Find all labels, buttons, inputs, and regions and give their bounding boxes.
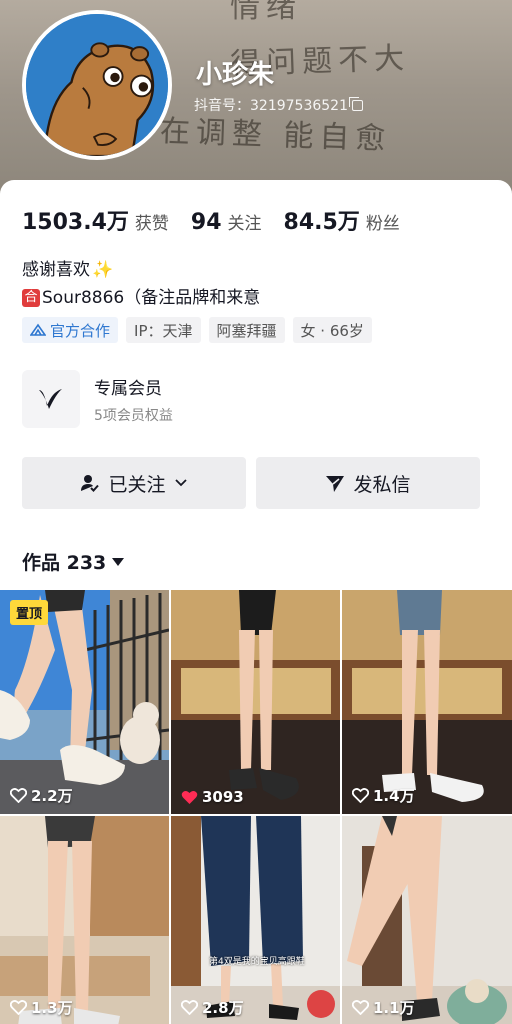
- stat-followers-label: 粉丝: [365, 214, 400, 234]
- member-title: 专属会员: [94, 378, 162, 399]
- followed-button[interactable]: 已关注: [22, 457, 246, 509]
- works-tab[interactable]: 作品 233: [22, 548, 125, 575]
- stat-following[interactable]: 94 关注: [191, 209, 262, 235]
- works-label: 作品 233: [22, 552, 107, 574]
- stat-likes-value: 1503.4万: [22, 210, 129, 235]
- video-thumbnail[interactable]: 1.1万: [342, 816, 512, 1024]
- video-likes: 2.8万: [181, 997, 244, 1018]
- video-5-scene: [171, 816, 340, 1024]
- member-subtitle: 5项会员权益: [94, 407, 173, 424]
- video-thumbnail[interactable]: 第4双是我的宝贝高跟鞋 2.8万: [171, 816, 340, 1024]
- video-thumbnail[interactable]: 3093: [171, 590, 340, 814]
- stat-likes-label: 获赞: [134, 214, 169, 234]
- stat-likes[interactable]: 1503.4万 获赞: [22, 204, 169, 236]
- video-thumbnail[interactable]: 1.4万: [342, 590, 512, 814]
- stat-following-label: 关注: [227, 214, 262, 234]
- send-icon: [326, 476, 345, 492]
- tag-country: 阿塞拜疆: [208, 317, 285, 343]
- member-text: 专属会员 5项会员权益: [94, 374, 173, 425]
- video-3-scene: [342, 590, 512, 814]
- video-thumbnail[interactable]: 1.3万: [0, 816, 169, 1024]
- pinned-badge: 置顶: [10, 600, 49, 625]
- heart-outline-icon: [352, 1000, 369, 1015]
- tag-ip-label: IP：天津: [134, 321, 193, 340]
- profile-header: 情绪 得问题不大 在调整 能自愈 小珍朱 抖音号：32197536521: [0, 0, 512, 200]
- heart-outline-icon: [10, 788, 27, 803]
- heart-outline-icon: [181, 1000, 198, 1015]
- tag-official-cooperation[interactable]: 官方合作: [22, 317, 119, 343]
- tag-gender-age-label: 女 · 66岁: [300, 321, 364, 340]
- video-grid: 置顶 2.2万 3093 1.4万 1.3万 第4双是我的宝贝高跟鞋 2.8万 …: [0, 590, 512, 1024]
- tag-official-label: 官方合作: [50, 321, 111, 340]
- action-buttons: 已关注 发私信: [22, 457, 480, 509]
- bio-line-2-text: Sour8866（备注品牌和来意: [42, 288, 261, 308]
- video-likes-count: 3093: [202, 788, 244, 806]
- video-likes: 1.4万: [352, 785, 415, 806]
- douyin-id-text: 抖音号：32197536521: [194, 98, 348, 114]
- video-likes: 2.2万: [10, 785, 73, 806]
- capybara-avatar-illustration: [26, 14, 168, 156]
- bio: 感谢喜欢 ✨ 合 Sour8866（备注品牌和来意: [22, 256, 260, 312]
- heart-outline-icon: [10, 1000, 27, 1015]
- exclusive-membership[interactable]: 专属会员 5项会员权益: [22, 370, 173, 428]
- video-6-scene: [342, 816, 512, 1024]
- user-check-icon: [81, 475, 100, 492]
- nickname: 小珍朱: [196, 60, 275, 90]
- send-message-button[interactable]: 发私信: [256, 457, 480, 509]
- tag-gender-age: 女 · 66岁: [292, 317, 372, 343]
- followed-button-label: 已关注: [108, 473, 166, 496]
- video-likes-count: 1.1万: [373, 999, 415, 1017]
- sparkles-icon: ✨: [92, 260, 114, 280]
- video-likes-count: 2.2万: [31, 787, 73, 805]
- video-thumbnail[interactable]: 置顶 2.2万: [0, 590, 169, 814]
- bio-line-1: 感谢喜欢 ✨: [22, 256, 260, 284]
- avatar[interactable]: [22, 10, 172, 160]
- stat-followers-value: 84.5万: [283, 210, 360, 235]
- video-likes-count: 1.3万: [31, 999, 73, 1017]
- video-likes: 3093: [181, 788, 244, 806]
- video-4-scene: [0, 816, 169, 1024]
- tag-ip-location: IP：天津: [126, 317, 201, 343]
- tag-country-label: 阿塞拜疆: [216, 321, 277, 340]
- he-badge-icon: 合: [22, 289, 40, 307]
- video-likes-count: 1.4万: [373, 787, 415, 805]
- video-caption: 第4双是我的宝贝高跟鞋: [209, 957, 305, 967]
- stat-following-value: 94: [190, 210, 222, 235]
- profile-tags: 官方合作 IP：天津 阿塞拜疆 女 · 66岁: [22, 317, 372, 343]
- stats-row: 1503.4万 获赞 94 关注 84.5万 粉丝: [22, 204, 400, 236]
- douyin-id[interactable]: 抖音号：32197536521: [194, 95, 363, 115]
- chevron-down-icon: [174, 479, 187, 487]
- send-message-label: 发私信: [353, 473, 411, 496]
- official-cooperation-icon: [30, 323, 46, 336]
- v-logo-icon: [22, 370, 80, 428]
- bio-line-1-text: 感谢喜欢: [22, 260, 90, 280]
- heart-filled-icon: [181, 790, 198, 804]
- video-likes-count: 2.8万: [202, 999, 244, 1017]
- copy-icon[interactable]: [348, 96, 363, 111]
- caret-down-icon: [112, 557, 125, 566]
- bio-line-2: 合 Sour8866（备注品牌和来意: [22, 284, 260, 312]
- heart-outline-icon: [352, 788, 369, 803]
- video-likes: 1.1万: [352, 997, 415, 1018]
- stat-followers[interactable]: 84.5万 粉丝: [284, 204, 400, 236]
- background-calligraphy-0: 情绪: [230, 0, 302, 25]
- video-2-scene: [171, 590, 340, 814]
- video-likes: 1.3万: [10, 997, 73, 1018]
